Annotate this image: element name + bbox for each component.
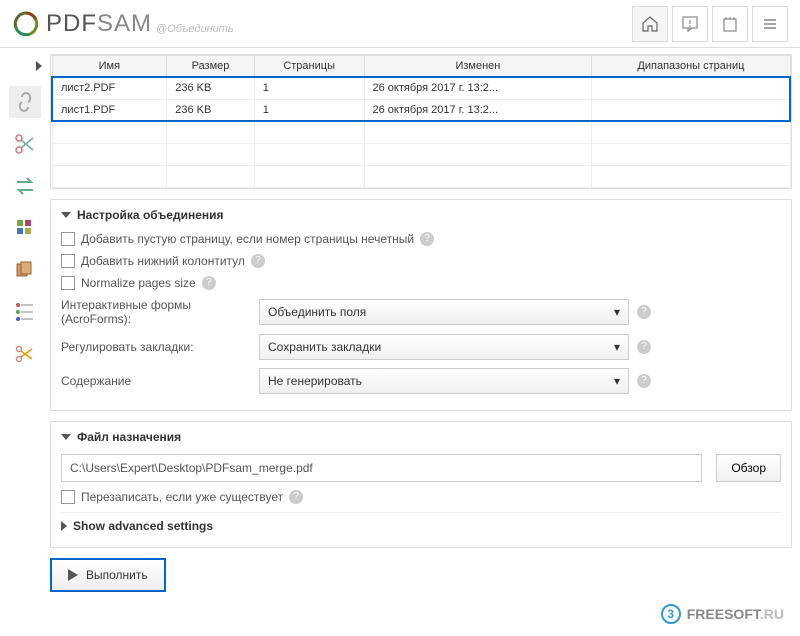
help-icon[interactable]: ? [637, 374, 651, 388]
col-name[interactable]: Имя [52, 56, 167, 78]
home-icon [641, 15, 659, 33]
bookmarks-label: Регулировать закладки: [61, 340, 251, 354]
checkbox-overwrite[interactable] [61, 490, 75, 504]
sidebar-item-bookmarks[interactable] [9, 296, 41, 328]
checkbox-add-blank-page[interactable] [61, 232, 75, 246]
destination-path-input[interactable] [61, 454, 702, 482]
col-modified[interactable]: Изменен [364, 56, 592, 78]
forms-dropdown[interactable]: Объединить поля ▾ [259, 299, 629, 325]
logo-icon [12, 10, 40, 38]
forms-label: Интерактивные формы (AcroForms): [61, 298, 251, 326]
chevron-right-icon [36, 61, 42, 71]
table-row-empty [52, 165, 790, 187]
watermark-icon: 3 [661, 604, 681, 624]
label-normalize: Normalize pages size [81, 276, 196, 290]
scissors2-icon [13, 342, 37, 366]
label-overwrite: Перезаписать, если уже существует [81, 490, 283, 504]
run-button[interactable]: Выполнить [50, 558, 166, 592]
table-row[interactable]: лист1.PDF 236 KB 1 26 октября 2017 г. 13… [52, 99, 790, 121]
help-icon[interactable]: ? [289, 490, 303, 504]
sidebar-item-split[interactable] [9, 128, 41, 160]
toc-label: Содержание [61, 374, 251, 388]
destination-header[interactable]: Файл назначения [61, 430, 781, 444]
pages-icon [13, 258, 37, 282]
page-subtitle: @Объединить [156, 23, 234, 35]
col-pages[interactable]: Страницы [254, 56, 364, 78]
chevron-down-icon [61, 212, 71, 218]
help-icon[interactable]: ? [251, 254, 265, 268]
chevron-down-icon [61, 434, 71, 440]
chain-icon [13, 90, 37, 114]
help-icon[interactable]: ? [637, 340, 651, 354]
col-ranges[interactable]: Дипапазоны страниц [592, 56, 790, 78]
sidebar [0, 48, 50, 636]
home-button[interactable] [632, 6, 668, 42]
scissors-icon [13, 132, 37, 156]
table-row-empty [52, 121, 790, 143]
merge-settings-section: Настройка объединения Добавить пустую ст… [50, 199, 792, 411]
file-table: Имя Размер Страницы Изменен Дипапазоны с… [50, 54, 792, 189]
logo-text: PDFSAM [46, 10, 152, 38]
tree-icon [13, 300, 37, 324]
merge-settings-header[interactable]: Настройка объединения [61, 208, 781, 222]
table-row[interactable]: лист2.PDF 236 KB 1 26 октября 2017 г. 13… [52, 77, 790, 99]
advanced-settings-toggle[interactable]: Show advanced settings [61, 512, 781, 539]
app-logo: PDFSAM [12, 10, 152, 38]
label-add-footer: Добавить нижний колонтитул [81, 254, 245, 268]
speech-icon [681, 15, 699, 33]
hamburger-icon [761, 15, 779, 33]
sidebar-item-extract[interactable] [9, 212, 41, 244]
chevron-down-icon: ▾ [614, 305, 620, 319]
toc-dropdown[interactable]: Не генерировать ▾ [259, 368, 629, 394]
checkbox-normalize[interactable] [61, 276, 75, 290]
notepad-icon [721, 15, 739, 33]
help-icon[interactable]: ? [202, 276, 216, 290]
menu-button[interactable] [752, 6, 788, 42]
browse-button[interactable]: Обзор [716, 454, 781, 482]
help-icon[interactable]: ? [637, 305, 651, 319]
table-row-empty [52, 143, 790, 165]
play-icon [68, 569, 78, 581]
sidebar-item-size-split[interactable] [9, 338, 41, 370]
notes-button[interactable] [712, 6, 748, 42]
notifications-button[interactable] [672, 6, 708, 42]
chevron-right-icon [61, 521, 67, 531]
chevron-down-icon: ▾ [614, 374, 620, 388]
chevron-down-icon: ▾ [614, 340, 620, 354]
watermark: 3 FREESOFT.RU [661, 604, 784, 624]
checkbox-add-footer[interactable] [61, 254, 75, 268]
swap-icon [13, 174, 37, 198]
help-icon[interactable]: ? [420, 232, 434, 246]
sidebar-expand[interactable] [0, 56, 50, 76]
destination-section: Файл назначения Обзор Перезаписать, если… [50, 421, 792, 548]
mosaic-icon [13, 216, 37, 240]
col-size[interactable]: Размер [167, 56, 255, 78]
sidebar-item-rotate[interactable] [9, 254, 41, 286]
bookmarks-dropdown[interactable]: Сохранить закладки ▾ [259, 334, 629, 360]
label-add-blank-page: Добавить пустую страницу, если номер стр… [81, 232, 414, 246]
sidebar-item-alternate[interactable] [9, 170, 41, 202]
sidebar-item-merge[interactable] [9, 86, 41, 118]
